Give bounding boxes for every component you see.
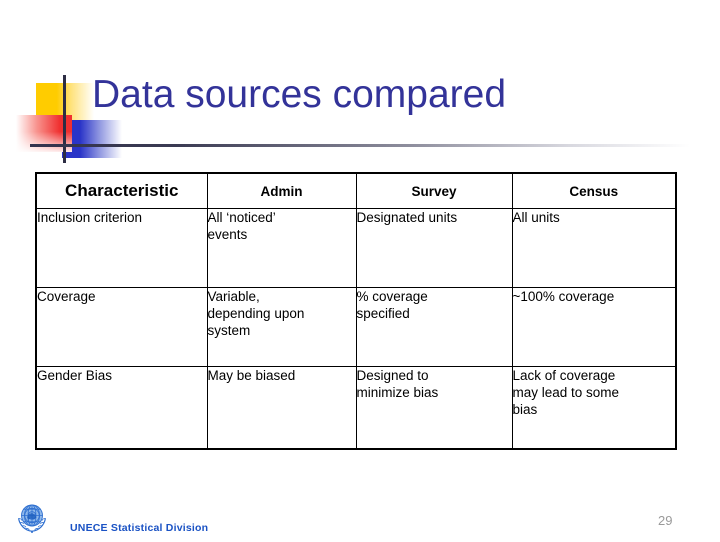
column-header-admin: Admin <box>206 172 357 209</box>
cell-line: Designed to <box>356 368 429 383</box>
cell-coverage-census: ~100% coverage <box>511 287 677 367</box>
decoration-vertical-rule <box>63 75 66 163</box>
cell-line: ~100% coverage <box>512 289 615 304</box>
cell-inclusion-census: All units <box>511 208 677 288</box>
cell-coverage-survey: % coverage specified <box>355 287 513 367</box>
table-row: Gender Bias May be biased Designed to mi… <box>35 366 677 449</box>
table-header-row: Characteristic Admin Survey Census <box>35 172 677 209</box>
cell-coverage-admin: Variable, depending upon system <box>206 287 357 367</box>
cell-line: All ‘noticed’ <box>207 210 276 225</box>
decoration-yellow-square <box>36 83 94 121</box>
cell-gender-survey: Designed to minimize bias <box>355 366 513 449</box>
cell-line: All units <box>512 210 560 225</box>
table-row: Inclusion criterion All ‘noticed’ events… <box>35 208 677 288</box>
cell-gender-census: Lack of coverage may lead to some bias <box>511 366 677 449</box>
un-emblem-icon <box>12 497 52 537</box>
decoration-blue-square <box>62 120 122 158</box>
cell-inclusion-survey: Designated units <box>355 208 513 288</box>
cell-line: Variable, <box>207 289 260 304</box>
row-label-inclusion-criterion: Inclusion criterion <box>35 208 208 288</box>
footer-organization-label: UNECE Statistical Division <box>70 522 209 534</box>
column-header-census: Census <box>511 172 677 209</box>
table-row: Coverage Variable, depending upon system… <box>35 287 677 367</box>
cell-line: minimize bias <box>356 385 439 400</box>
cell-line: bias <box>512 402 538 417</box>
cell-inclusion-admin: All ‘noticed’ events <box>206 208 357 288</box>
cell-line: Designated units <box>356 210 458 225</box>
cell-line: specified <box>356 306 410 321</box>
row-label-gender-bias: Gender Bias <box>35 366 208 449</box>
cell-line: May be biased <box>207 368 296 383</box>
cell-line: may lead to some <box>512 385 620 400</box>
cell-line: system <box>207 323 251 338</box>
cell-line: events <box>207 227 248 242</box>
row-label-coverage: Coverage <box>35 287 208 367</box>
cell-line: % coverage <box>356 289 428 304</box>
column-header-survey: Survey <box>355 172 513 209</box>
column-header-characteristic: Characteristic <box>35 172 208 209</box>
cell-gender-admin: May be biased <box>206 366 357 449</box>
cell-line: Lack of coverage <box>512 368 616 383</box>
cell-line: depending upon <box>207 306 305 321</box>
page-number: 29 <box>658 513 673 528</box>
decoration-horizontal-rule <box>30 144 690 147</box>
page-title: Data sources compared <box>92 73 507 116</box>
comparison-table: Characteristic Admin Survey Census Inclu… <box>35 172 677 450</box>
